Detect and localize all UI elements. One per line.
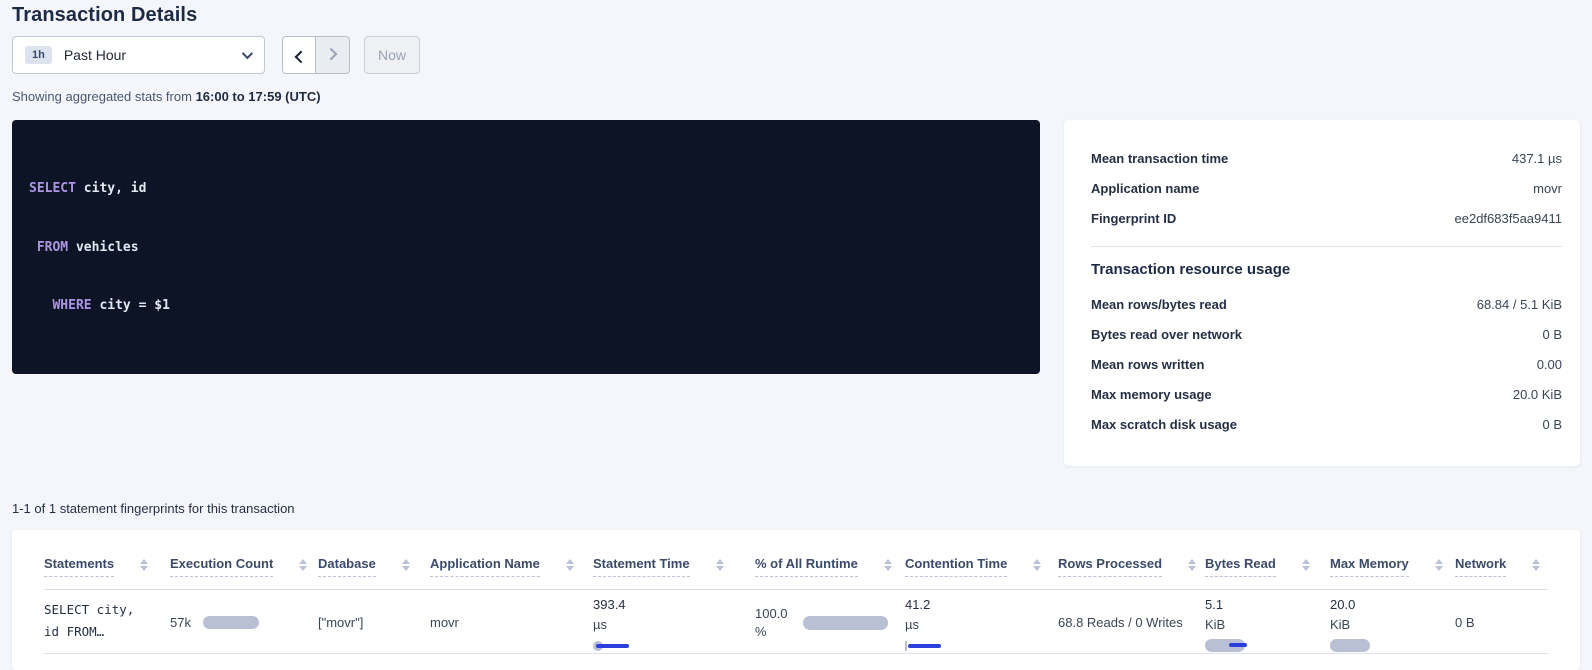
cell-execution-count: 57k — [170, 590, 318, 655]
cell-statement: SELECT city,id FROM… — [44, 590, 170, 655]
sql-line: WHERE city = $1 — [29, 296, 1023, 316]
column-header-contention-time[interactable]: Contention Time — [905, 530, 1058, 589]
sort-icon[interactable] — [1033, 559, 1041, 571]
cell-contention-time: 41.2 µs — [905, 590, 1058, 655]
column-header-bytes-read[interactable]: Bytes Read — [1205, 530, 1330, 589]
statements-table: Statements Execution Count Database Appl… — [12, 530, 1580, 670]
cell-bytes-read: 5.1 KiB — [1205, 590, 1330, 655]
transaction-summary-card: Mean transaction time 437.1 µs Applicati… — [1064, 120, 1580, 466]
resource-usage-title: Transaction resource usage — [1091, 261, 1562, 278]
sort-icon[interactable] — [566, 559, 574, 571]
runtime-percent-bar — [803, 616, 888, 630]
time-range-dropdown[interactable]: 1h Past Hour — [12, 36, 265, 74]
sql-line: SELECT city, id — [29, 179, 1023, 199]
chevron-down-icon — [242, 48, 253, 59]
statement-time-bar — [593, 641, 629, 651]
max-memory-bar — [1330, 639, 1370, 652]
previous-range-button[interactable] — [282, 36, 316, 74]
column-header-application-name[interactable]: Application Name — [430, 530, 593, 589]
aggregation-note-range: 16:00 to 17:59 (UTC) — [196, 89, 321, 104]
cell-rows-processed: 68.8 Reads / 0 Writes — [1058, 590, 1205, 655]
sort-icon[interactable] — [716, 559, 724, 571]
column-header-network[interactable]: Network — [1455, 530, 1548, 589]
sort-icon[interactable] — [402, 559, 410, 571]
resource-row-bytes-read-over-network: Bytes read over network 0 B — [1091, 320, 1562, 350]
resource-row-max-memory-usage: Max memory usage 20.0 KiB — [1091, 380, 1562, 410]
summary-row-mean-transaction-time: Mean transaction time 437.1 µs — [1091, 144, 1562, 174]
transaction-details-page: Transaction Details 1h Past Hour Now Sho… — [0, 0, 1592, 670]
cell-percent-of-all-runtime: 100.0% — [755, 590, 905, 655]
time-pager — [282, 36, 350, 74]
cell-max-memory: 20.0 KiB — [1330, 590, 1455, 655]
summary-divider — [1091, 246, 1562, 247]
aggregation-note: Showing aggregated stats from 16:00 to 1… — [12, 89, 1580, 104]
column-header-percent-of-all-runtime[interactable]: % of All Runtime — [755, 530, 905, 589]
main-content: SELECT city, id FROM vehicles WHERE city… — [12, 120, 1580, 466]
contention-time-bar — [905, 641, 941, 651]
column-header-max-memory[interactable]: Max Memory — [1330, 530, 1455, 589]
statements-count-caption: 1-1 of 1 statement fingerprints for this… — [12, 501, 1580, 516]
time-controls: 1h Past Hour Now — [12, 36, 1580, 74]
sql-line: FROM vehicles — [29, 238, 1023, 258]
sort-icon[interactable] — [1435, 559, 1443, 571]
column-header-database[interactable]: Database — [318, 530, 430, 589]
sql-query-box: SELECT city, id FROM vehicles WHERE city… — [12, 120, 1040, 374]
time-range-selected: Past Hour — [64, 47, 242, 63]
page-title: Transaction Details — [12, 0, 1580, 27]
cell-database: ["movr"] — [318, 590, 430, 655]
summary-row-fingerprint-id: Fingerprint ID ee2df683f5aa9411 — [1091, 204, 1562, 234]
chevron-left-icon — [294, 50, 307, 63]
sort-icon[interactable] — [1302, 559, 1310, 571]
resource-row-mean-rows-bytes-read: Mean rows/bytes read 68.84 / 5.1 KiB — [1091, 290, 1562, 320]
column-header-statements[interactable]: Statements — [44, 530, 170, 589]
statement-link[interactable]: SELECT city,id FROM… — [44, 590, 170, 643]
statement-row: SELECT city,id FROM… 57k ["movr"] movr 3… — [44, 590, 1548, 654]
chevron-right-icon — [325, 47, 338, 60]
aggregation-note-prefix: Showing aggregated stats from — [12, 89, 196, 104]
resource-row-max-scratch-disk-usage: Max scratch disk usage 0 B — [1091, 410, 1562, 440]
sort-icon[interactable] — [884, 559, 892, 571]
summary-row-application-name: Application name movr — [1091, 174, 1562, 204]
now-button[interactable]: Now — [364, 36, 420, 74]
bytes-read-bar — [1205, 639, 1245, 652]
column-header-rows-processed[interactable]: Rows Processed — [1058, 530, 1205, 589]
time-range-badge: 1h — [25, 46, 52, 64]
cell-network: 0 B — [1455, 590, 1548, 655]
next-range-button[interactable] — [316, 36, 350, 74]
cell-application-name: movr — [430, 590, 593, 655]
sort-icon[interactable] — [1532, 559, 1540, 571]
sort-icon[interactable] — [140, 559, 148, 571]
sort-icon[interactable] — [299, 559, 307, 571]
statements-table-header: Statements Execution Count Database Appl… — [44, 530, 1548, 590]
column-header-execution-count[interactable]: Execution Count — [170, 530, 318, 589]
resource-row-mean-rows-written: Mean rows written 0.00 — [1091, 350, 1562, 380]
column-header-statement-time[interactable]: Statement Time — [593, 530, 755, 589]
execution-count-bar — [203, 616, 259, 629]
sort-icon[interactable] — [1188, 559, 1196, 571]
cell-statement-time: 393.4 µs — [593, 590, 755, 655]
